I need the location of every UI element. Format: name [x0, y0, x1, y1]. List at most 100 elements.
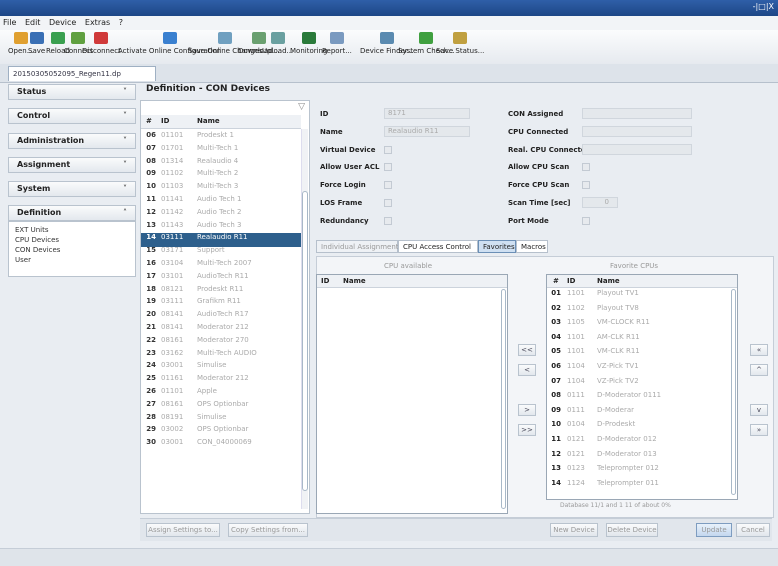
row-number: 28: [146, 412, 156, 421]
row-id: 03162: [161, 348, 184, 357]
list-item[interactable]: 03 1105 VM-CLOCK R11: [547, 318, 727, 330]
row-id: 08191: [161, 412, 184, 421]
column-name[interactable]: Name: [597, 277, 620, 285]
document-tab[interactable]: 20150305052095_Regen11.dp: [8, 66, 156, 81]
report-icon: [329, 32, 344, 44]
tab-cpu-access-control[interactable]: CPU Access Control: [398, 240, 478, 253]
menu-device[interactable]: Device: [46, 16, 79, 27]
nav-administration[interactable]: Administration ˅: [8, 133, 136, 149]
prop-redundancy-checkbox[interactable]: [384, 217, 392, 225]
column-number[interactable]: #: [553, 277, 559, 285]
nav-subitem-cpu-devices[interactable]: CPU Devices: [15, 235, 129, 245]
table-row[interactable]: 30 03001 CON_04000069: [141, 438, 301, 452]
toolbar-save-status-button[interactable]: Save Status...: [436, 32, 484, 55]
nav-subitem-ext-units[interactable]: EXT Units: [15, 225, 129, 235]
row-number: 07: [551, 376, 561, 385]
prop-allow-user-acl-checkbox[interactable]: [384, 163, 392, 171]
menu-help[interactable]: ?: [116, 16, 126, 27]
row-name: Teleprompter 011: [597, 478, 659, 487]
toolbar-disconnect-button[interactable]: Disconnect: [82, 32, 121, 55]
device-list-scrollbar[interactable]: [301, 129, 308, 509]
menu-extras[interactable]: Extras: [82, 16, 113, 27]
list-item[interactable]: 08 0111 D-Moderator 0111: [547, 391, 727, 403]
menu-file[interactable]: File: [0, 16, 19, 27]
menu-edit[interactable]: Edit: [22, 16, 44, 27]
delete-device-button[interactable]: Delete Device: [606, 523, 658, 537]
scan-time-spinner[interactable]: 0: [582, 197, 618, 208]
prop-allow-cpu-scan-checkbox[interactable]: [582, 163, 590, 171]
prop-label: Force Login: [320, 181, 366, 189]
prop-virtual-device-checkbox[interactable]: [384, 146, 392, 154]
nav-definition[interactable]: Definition ˄: [8, 205, 136, 221]
nav-system[interactable]: System ˅: [8, 181, 136, 197]
favorites-scrollbar[interactable]: [731, 289, 736, 495]
row-number: 03: [551, 318, 561, 327]
row-name: Teleprompter 012: [597, 464, 659, 473]
prop-name-field[interactable]: Realaudio R11: [384, 126, 470, 137]
prop-los-frame-checkbox[interactable]: [384, 199, 392, 207]
list-item[interactable]: 01 1101 Playout TV1: [547, 289, 727, 301]
row-name: Multi-Tech 1: [197, 143, 239, 152]
add-button[interactable]: <: [518, 364, 536, 376]
prop-port-mode-checkbox[interactable]: [582, 217, 590, 225]
window-controls[interactable]: -|□|X: [750, 2, 774, 14]
move-up-button[interactable]: ^: [750, 364, 768, 376]
list-item[interactable]: 07 1104 VZ-Pick TV2: [547, 377, 727, 389]
toolbar-report-button[interactable]: Report...: [322, 32, 352, 55]
prop-label: CON Assigned: [508, 110, 564, 118]
move-bottom-button[interactable]: »: [750, 424, 768, 436]
cpu-available-scrollbar[interactable]: [501, 289, 506, 509]
nav-status[interactable]: Status ˅: [8, 84, 136, 100]
tab-macros[interactable]: Macros: [516, 240, 548, 253]
column-name[interactable]: Name: [343, 277, 366, 285]
assign-settings-button[interactable]: Assign Settings to...: [146, 523, 220, 537]
column-id[interactable]: ID: [161, 117, 169, 125]
column-name[interactable]: Name: [197, 117, 220, 125]
remove-button[interactable]: >: [518, 404, 536, 416]
column-id[interactable]: ID: [321, 277, 329, 285]
prop-force-cpu-scan-checkbox[interactable]: [582, 181, 590, 189]
cancel-button[interactable]: Cancel: [736, 523, 770, 537]
list-item[interactable]: 05 1101 VM-CLK R11: [547, 347, 727, 359]
tab-individual-assignment[interactable]: Individual Assignment: [316, 240, 399, 253]
move-down-button[interactable]: v: [750, 404, 768, 416]
list-item[interactable]: 10 0104 D-Prodeskt: [547, 420, 727, 432]
prop-id-field[interactable]: 8171: [384, 108, 470, 119]
prop-cpu-connected-field[interactable]: [582, 126, 692, 137]
nav-subitem-user[interactable]: User: [15, 255, 129, 265]
chevron-down-icon: ˅: [123, 136, 127, 145]
move-top-button[interactable]: «: [750, 344, 768, 356]
toolbar-label: Save: [28, 47, 46, 55]
filter-icon[interactable]: ▽: [298, 102, 305, 112]
list-item[interactable]: 13 0123 Teleprompter 012: [547, 464, 727, 476]
nav-subitem-con-devices[interactable]: CON Devices: [15, 245, 129, 255]
list-item[interactable]: 02 1102 Playout TV8: [547, 304, 727, 316]
list-item[interactable]: 12 0121 D-Moderator 013: [547, 450, 727, 462]
list-item[interactable]: 04 1101 AM-CLK R11: [547, 333, 727, 345]
list-item[interactable]: 09 0111 D-Moderar: [547, 406, 727, 418]
prop-con-assigned-field[interactable]: [582, 108, 692, 119]
column-number[interactable]: #: [146, 117, 152, 125]
list-item[interactable]: 11 0121 D-Moderator 012: [547, 435, 727, 447]
prop-force-login-checkbox[interactable]: [384, 181, 392, 189]
tab-favorites[interactable]: Favorites: [478, 240, 516, 253]
column-id[interactable]: ID: [567, 277, 575, 285]
copy-settings-button[interactable]: Copy Settings from...: [228, 523, 308, 537]
toolbar-save-button[interactable]: Save: [28, 32, 45, 55]
prop-real.-cpu-connected-field[interactable]: [582, 144, 692, 155]
row-name: Audio Tech 3: [197, 220, 242, 229]
remove-all-button[interactable]: >>: [518, 424, 536, 436]
add-all-button[interactable]: <<: [518, 344, 536, 356]
save-online-icon: [218, 32, 233, 44]
list-item[interactable]: 14 1124 Teleprompter 011: [547, 479, 727, 491]
save-status-icon: [453, 32, 468, 44]
toolbar-upload-button[interactable]: Upload...: [262, 32, 293, 55]
nav-assignment[interactable]: Assignment ˅: [8, 157, 136, 173]
new-device-button[interactable]: New Device: [550, 523, 598, 537]
list-item[interactable]: 06 1104 VZ-Pick TV1: [547, 362, 727, 374]
nav-control[interactable]: Control ˅: [8, 108, 136, 124]
row-name: Realaudio 4: [197, 156, 239, 165]
toolbar-label: Upload...: [262, 47, 294, 55]
update-button[interactable]: Update: [696, 523, 732, 537]
scroll-thumb[interactable]: [302, 191, 308, 491]
